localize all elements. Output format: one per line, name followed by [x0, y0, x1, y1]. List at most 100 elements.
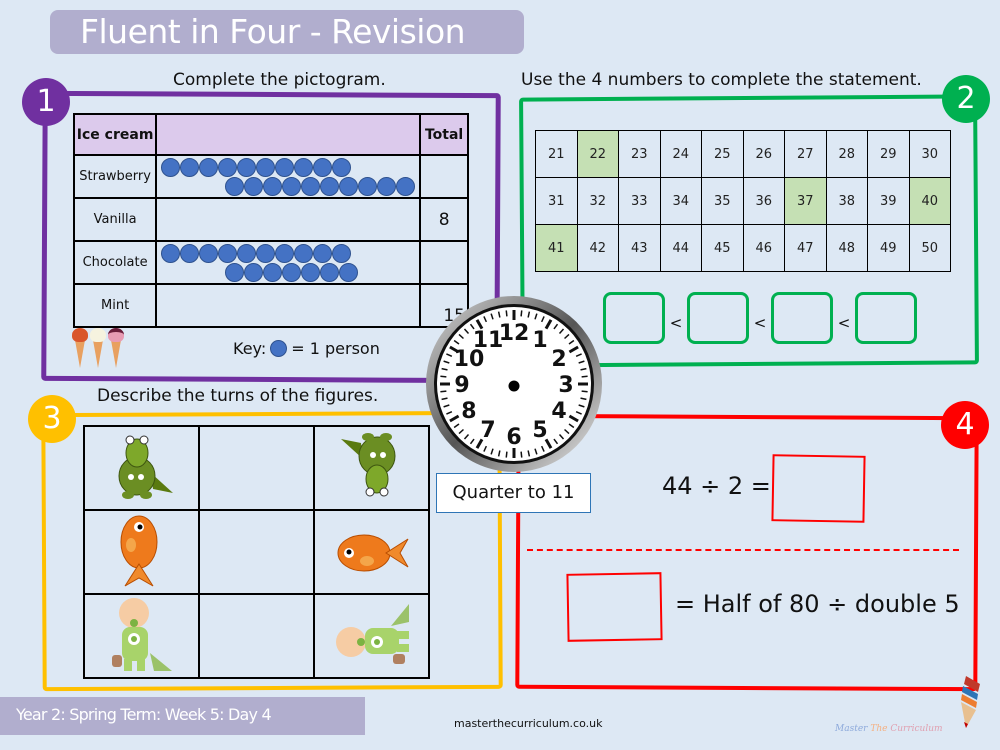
- pictogram-row: Vanilla 8: [72, 197, 469, 242]
- turns-row: [83, 509, 430, 595]
- answer-box[interactable]: [603, 292, 665, 344]
- circle-symbol-icon: [237, 243, 257, 263]
- pictogram-header-row: Ice cream Total: [72, 113, 469, 156]
- row-label: Vanilla: [72, 197, 158, 242]
- number-cell: 43: [618, 224, 661, 272]
- number-cell: 26: [742, 130, 785, 178]
- minute-tick: [581, 375, 588, 378]
- clock-number: 9: [454, 373, 469, 398]
- circle-symbol-icon: [313, 243, 333, 263]
- highlighted-number-cell: 40: [908, 177, 951, 225]
- number-cell: 33: [618, 177, 661, 225]
- number-cell: 24: [659, 130, 702, 178]
- number-cell: 49: [867, 224, 910, 272]
- clock-number: 1: [532, 328, 547, 353]
- answer-box-1[interactable]: [771, 454, 866, 523]
- ice-cream-vanilla-icon: [90, 328, 106, 368]
- clock-time-label: Quarter to 11: [436, 473, 591, 513]
- circle-symbol-icon: [244, 262, 264, 282]
- circle-symbol-icon: [294, 243, 314, 263]
- circle-symbol-icon: [161, 157, 181, 177]
- number-cell: 42: [576, 224, 619, 272]
- circle-symbol-icon: [275, 243, 295, 263]
- row-label: Strawberry: [72, 154, 158, 199]
- question-1-instruction: Complete the pictogram.: [173, 70, 386, 90]
- clock-number: 4: [551, 399, 566, 424]
- clock-number: 7: [480, 418, 495, 443]
- number-cell: 27: [784, 130, 827, 178]
- brand-logo-text: Master The Curriculum: [835, 724, 943, 734]
- equation-1: 44 ÷ 2 =: [662, 472, 771, 500]
- circle-symbol-icon: [180, 243, 200, 263]
- answer-cell[interactable]: [198, 425, 315, 511]
- row-symbols: [155, 154, 422, 199]
- pictogram-row: Chocolate: [72, 240, 469, 285]
- pictogram-table: Ice cream Total Strawberry Vanilla 8 Cho…: [72, 113, 469, 328]
- minute-tick: [440, 375, 447, 378]
- number-cell: 34: [659, 177, 702, 225]
- turns-row: [83, 425, 430, 511]
- answer-box[interactable]: [771, 292, 833, 344]
- crocodile-rotated-half-turn-icon: [340, 433, 395, 497]
- number-cell: 29: [867, 130, 910, 178]
- pictogram-row: Mint 15: [72, 283, 469, 328]
- question-4-badge: 4: [941, 401, 989, 449]
- minute-tick: [520, 310, 523, 317]
- key-prefix: Key:: [233, 339, 267, 358]
- end-figure-cell: [313, 425, 430, 511]
- page-title: Fluent in Four - Revision: [80, 12, 466, 51]
- less-than-sign: <: [753, 314, 767, 332]
- answer-box[interactable]: [687, 292, 749, 344]
- circle-symbol-icon: [199, 243, 219, 263]
- row-symbols: [155, 240, 422, 285]
- number-cell: 30: [908, 130, 951, 178]
- number-cell: 45: [701, 224, 744, 272]
- circle-symbol-icon: [244, 176, 264, 196]
- circle-symbol-icon: [270, 340, 288, 357]
- answer-box-2[interactable]: [566, 572, 663, 642]
- row-symbols[interactable]: [155, 197, 422, 242]
- clock-face: 12 1234567891011: [426, 296, 602, 472]
- row-total[interactable]: [419, 240, 469, 285]
- question-1-badge: 1: [22, 78, 70, 126]
- row-label: Mint: [72, 283, 158, 328]
- goldfish-rotated-quarter-turn-icon: [337, 534, 408, 572]
- circle-symbol-icon: [199, 157, 219, 177]
- answer-box[interactable]: [855, 292, 917, 344]
- answer-cell[interactable]: [198, 593, 315, 679]
- hundred-square: 21 22 23 24 25 26 27 28 29 30 31 32 33 34 35 36 37 38 39 40…: [535, 130, 951, 272]
- pencil-logo-icon: [961, 676, 980, 728]
- number-cell: 48: [825, 224, 868, 272]
- lesson-banner: Year 2: Spring Term: Week 5: Day 4: [0, 697, 365, 735]
- website-link[interactable]: masterthecurriculum.co.uk: [454, 717, 602, 730]
- circle-symbol-icon: [161, 243, 181, 263]
- start-figure-cell: [83, 425, 200, 511]
- hundred-square-row: 21 22 23 24 25 26 27 28 29 30: [535, 130, 951, 178]
- circle-symbol-icon: [225, 262, 245, 282]
- ice-cream-strawberry-icon: [72, 328, 88, 368]
- circle-symbol-icon: [275, 157, 295, 177]
- clock-number: 11: [473, 328, 504, 353]
- answer-cell[interactable]: [198, 509, 315, 595]
- number-cell: 35: [701, 177, 744, 225]
- lesson-label: Year 2: Spring Term: Week 5: Day 4: [16, 705, 272, 724]
- circle-symbol-icon: [218, 157, 238, 177]
- circle-symbol-icon: [313, 157, 333, 177]
- dashed-divider: [527, 549, 959, 551]
- circle-symbol-icon: [282, 176, 302, 196]
- turns-row: [83, 593, 430, 679]
- header-symbols: [155, 113, 422, 156]
- minute-tick: [440, 390, 447, 393]
- clock-number: 5: [532, 418, 547, 443]
- question-3-instruction: Describe the turns of the figures.: [97, 386, 379, 406]
- row-total[interactable]: [419, 154, 469, 199]
- number-cell: 21: [535, 130, 578, 178]
- circle-symbol-icon: [294, 157, 314, 177]
- row-label: Chocolate: [72, 240, 158, 285]
- circle-symbol-icon: [256, 157, 276, 177]
- question-2-badge: 2: [942, 75, 990, 123]
- row-symbols[interactable]: [155, 283, 422, 328]
- circle-symbol-icon: [332, 157, 352, 177]
- number-cell: 36: [742, 177, 785, 225]
- circle-symbol-icon: [225, 176, 245, 196]
